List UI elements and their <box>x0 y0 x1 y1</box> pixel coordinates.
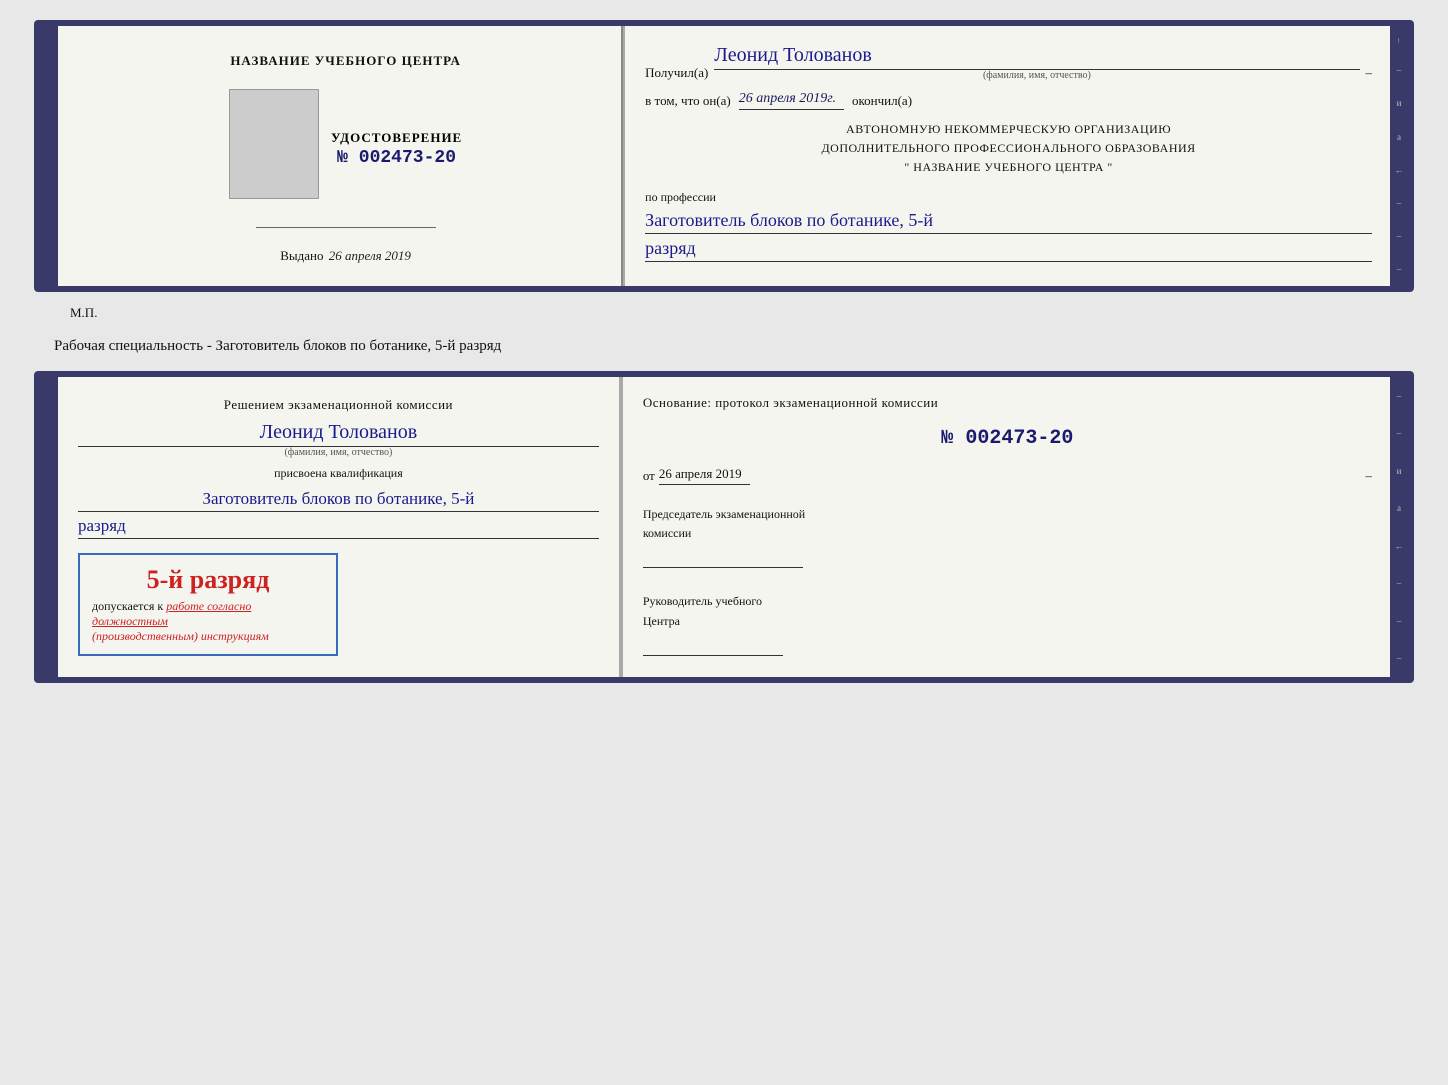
photo-placeholder <box>229 89 319 199</box>
vtom-block: в том, что он(а) 26 апреля 2019г. окончи… <box>645 91 1372 110</box>
org-line2: ДОПОЛНИТЕЛЬНОГО ПРОФЕССИОНАЛЬНОГО ОБРАЗО… <box>645 139 1372 158</box>
bottom-person-name: Леонид Толованов <box>78 421 599 447</box>
udost-block: УДОСТОВЕРЕНИЕ № 002473-20 <box>331 130 462 168</box>
poluchil-name: Леонид Толованов <box>714 44 1359 70</box>
top-left-content: НАЗВАНИЕ УЧЕБНОГО ЦЕНТРА УДОСТОВЕРЕНИЕ №… <box>229 50 462 266</box>
fio-label-top: (фамилия, имя, отчество) <box>714 70 1359 81</box>
ot-prefix: от <box>643 468 655 484</box>
page-container: НАЗВАНИЕ УЧЕБНОГО ЦЕНТРА УДОСТОВЕРЕНИЕ №… <box>20 20 1428 683</box>
org-line1: АВТОНОМНУЮ НЕКОММЕРЧЕСКУЮ ОРГАНИЗАЦИЮ <box>645 120 1372 139</box>
udost-number: № 002473-20 <box>331 148 462 168</box>
po-professii-label: по профессии <box>645 190 716 204</box>
professiya-name: Заготовитель блоков по ботанике, 5-й <box>645 210 1372 234</box>
po-professii-block: по профессии Заготовитель блоков по бота… <box>645 188 1372 262</box>
right-spine-top: – – и а ← – – – <box>1390 26 1408 286</box>
stamp-box: 5-й разряд допускается к работе согласно… <box>78 553 338 656</box>
vydano-date: 26 апреля 2019 <box>329 248 411 263</box>
predsedatel-line2: комиссии <box>643 526 692 540</box>
top-left-title: НАЗВАНИЕ УЧЕБНОГО ЦЕНТРА <box>230 53 461 69</box>
bottom-qualification: Заготовитель блоков по ботанике, 5-й <box>78 489 599 512</box>
org-block: АВТОНОМНУЮ НЕКОММЕРЧЕСКУЮ ОРГАНИЗАЦИЮ ДО… <box>645 120 1372 178</box>
vtom-date: 26 апреля 2019г. <box>739 91 844 110</box>
left-spine-bottom <box>40 377 58 677</box>
top-left-middle: УДОСТОВЕРЕНИЕ № 002473-20 <box>229 89 462 199</box>
dopuskaetsya-prefix: допускается к <box>92 599 163 613</box>
bottom-fio-label: (фамилия, имя, отчество) <box>78 447 599 458</box>
left-spine-top <box>40 26 58 286</box>
bottom-razryad: разряд <box>78 516 599 539</box>
mp-label: М.П. <box>70 305 97 320</box>
rukovoditel-line1: Руководитель учебного <box>643 594 762 608</box>
dash-top: – <box>1366 65 1373 81</box>
ot-date: 26 апреля 2019 <box>659 466 750 485</box>
udost-label: УДОСТОВЕРЕНИЕ <box>331 130 462 146</box>
rukovoditel-block: Руководитель учебного Центра <box>643 592 1372 655</box>
mp-area: М.П. <box>20 304 1428 322</box>
ot-block: от 26 апреля 2019 – <box>643 466 1372 485</box>
predsedatel-label: Председатель экзаменационной комиссии <box>643 505 1372 543</box>
ot-dash: – <box>1366 468 1373 484</box>
predsedatel-line1: Председатель экзаменационной <box>643 507 805 521</box>
rukovoditel-label: Руководитель учебного Центра <box>643 592 1372 630</box>
bottom-name-block: Леонид Толованов (фамилия, имя, отчество… <box>78 421 599 458</box>
poluchil-block: Получил(а) Леонид Толованов (фамилия, им… <box>645 44 1372 81</box>
razryad-top: разряд <box>645 238 1372 262</box>
rukovoditel-signature-line <box>643 655 783 656</box>
poluchil-label: Получил(а) <box>645 65 708 81</box>
top-document-card: НАЗВАНИЕ УЧЕБНОГО ЦЕНТРА УДОСТОВЕРЕНИЕ №… <box>34 20 1414 292</box>
predsedatel-signature-line <box>643 567 803 568</box>
resheniem-label: Решением экзаменационной комиссии <box>78 397 599 413</box>
poluchil-name-block: Леонид Толованов (фамилия, имя, отчество… <box>714 44 1359 81</box>
prisvoena-label: присвоена квалификация <box>78 466 599 481</box>
dopuskaetsya-text2: (производственным) инструкциям <box>92 629 324 644</box>
bottom-doc-left-panel: Решением экзаменационной комиссии Леонид… <box>58 377 621 677</box>
separator-label: Рабочая специальность - Заготовитель бло… <box>20 334 1428 359</box>
stamp-razryad: 5-й разряд <box>92 565 324 595</box>
osnovaniye-label: Основание: протокол экзаменационной коми… <box>643 395 1372 411</box>
top-doc-right-panel: Получил(а) Леонид Толованов (фамилия, им… <box>625 26 1408 286</box>
right-spine-bottom: – – и а ← – – – <box>1390 377 1408 677</box>
protocol-number: № 002473-20 <box>643 427 1372 450</box>
bottom-qualification-block: Заготовитель блоков по ботанике, 5-й раз… <box>78 489 599 539</box>
okonchil-label: окончил(а) <box>852 93 912 109</box>
vydano-line: Выдано 26 апреля 2019 <box>280 248 411 264</box>
bottom-document-card: Решением экзаменационной комиссии Леонид… <box>34 371 1414 683</box>
dopuskaetsya-block: допускается к работе согласно должностны… <box>92 599 324 644</box>
rukovoditel-line2: Центра <box>643 614 680 628</box>
bottom-doc-right-panel: Основание: протокол экзаменационной коми… <box>623 377 1408 677</box>
top-doc-left-panel: НАЗВАНИЕ УЧЕБНОГО ЦЕНТРА УДОСТОВЕРЕНИЕ №… <box>58 26 623 286</box>
vtom-prefix: в том, что он(а) <box>645 93 731 109</box>
separator-line-1 <box>256 227 436 228</box>
predsedatel-block: Председатель экзаменационной комиссии <box>643 505 1372 568</box>
vydano-label: Выдано <box>280 248 323 263</box>
org-line3: " НАЗВАНИЕ УЧЕБНОГО ЦЕНТРА " <box>645 158 1372 177</box>
